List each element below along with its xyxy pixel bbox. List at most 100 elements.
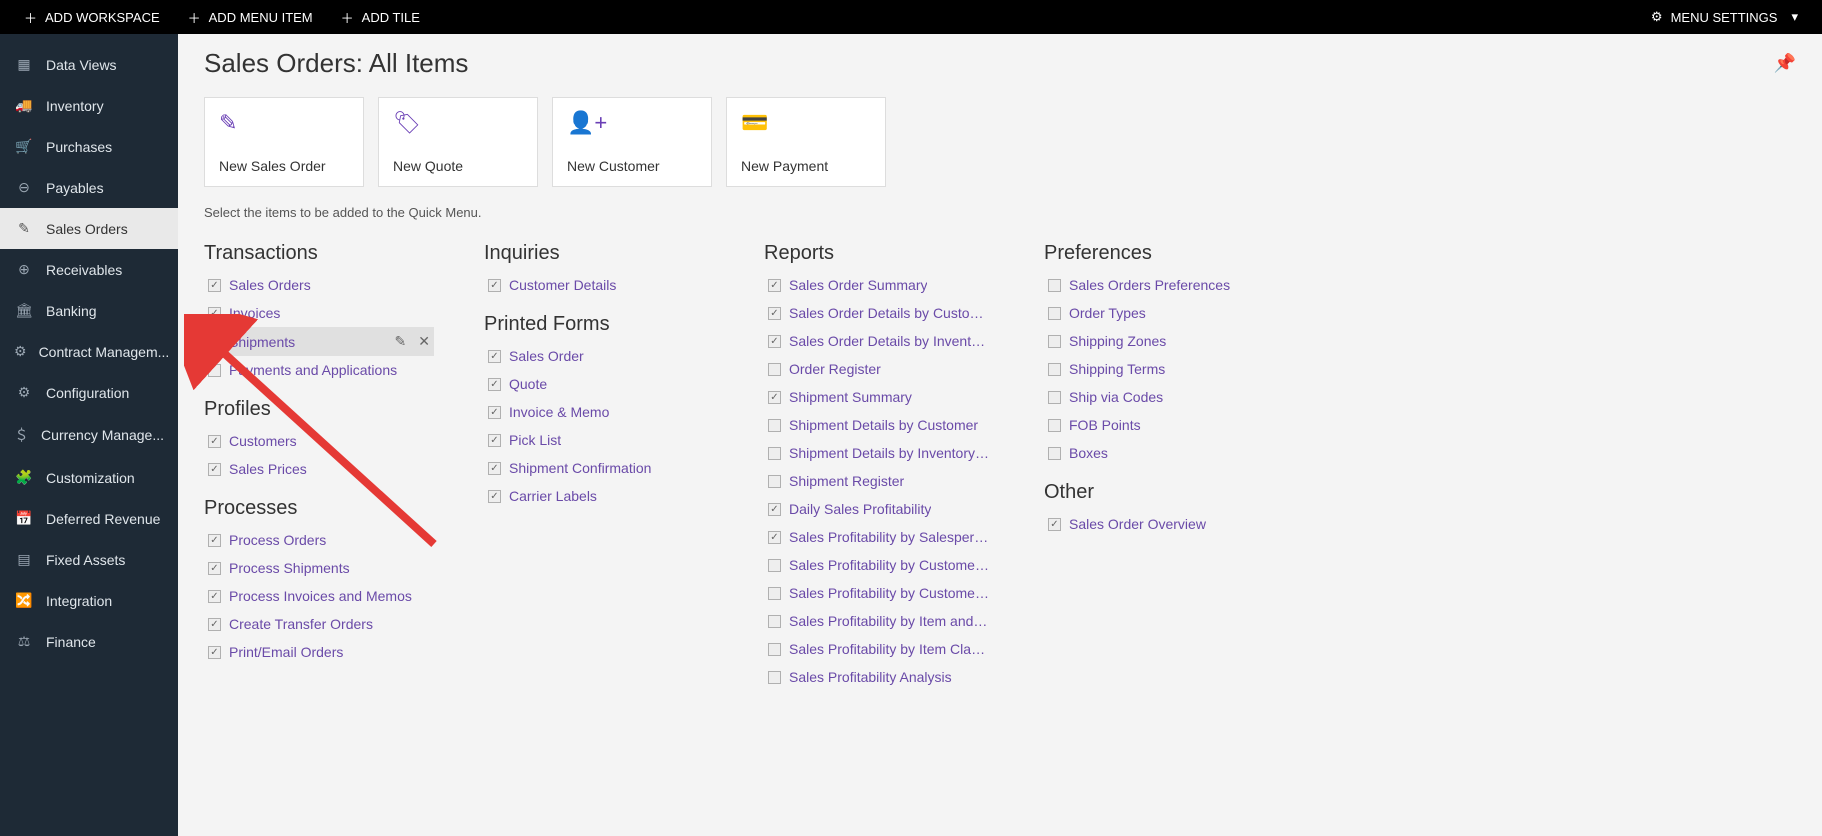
checkbox[interactable] <box>768 279 781 292</box>
menu-link-item[interactable]: Sales Profitability by Customer a... <box>764 579 994 607</box>
sidebar-item-purchases[interactable]: 🛒Purchases <box>0 126 178 167</box>
checkbox[interactable] <box>208 307 221 320</box>
menu-link-item[interactable]: Customer Details <box>484 271 714 299</box>
checkbox[interactable] <box>1048 279 1061 292</box>
menu-link-item[interactable]: Sales Order <box>484 342 714 370</box>
menu-link-item[interactable]: Ship via Codes <box>1044 383 1274 411</box>
menu-link-item[interactable]: Shipment Register <box>764 467 994 495</box>
menu-link-item[interactable]: Shipping Terms <box>1044 355 1274 383</box>
checkbox[interactable] <box>1048 363 1061 376</box>
menu-link-item[interactable]: Shipment Details by Customer <box>764 411 994 439</box>
menu-link-item[interactable]: Sales Order Overview <box>1044 510 1274 538</box>
menu-link-item[interactable]: Sales Profitability by Salesperson... <box>764 523 994 551</box>
sidebar-item-banking[interactable]: 🏛Banking <box>0 290 178 331</box>
checkbox[interactable] <box>1048 391 1061 404</box>
menu-link-item[interactable]: Quote <box>484 370 714 398</box>
checkbox[interactable] <box>768 643 781 656</box>
tile-new-customer[interactable]: 👤+New Customer <box>552 97 712 187</box>
sidebar-item-deferred-revenue[interactable]: 📅Deferred Revenue <box>0 498 178 539</box>
menu-link-item[interactable]: Sales Profitability by Customer Cl... <box>764 551 994 579</box>
checkbox[interactable] <box>768 307 781 320</box>
menu-link-item[interactable]: Sales Profitability Analysis <box>764 663 994 691</box>
close-icon[interactable]: ✕ <box>418 333 430 350</box>
checkbox[interactable] <box>1048 419 1061 432</box>
checkbox[interactable] <box>768 503 781 516</box>
checkbox[interactable] <box>488 490 501 503</box>
menu-link-item[interactable]: Boxes <box>1044 439 1274 467</box>
sidebar-item-currency-manage-[interactable]: ＄Currency Manage... <box>0 413 178 457</box>
menu-link-item[interactable]: Shipment Details by Inventory Item <box>764 439 994 467</box>
add-tile-button[interactable]: ＋ ADD TILE <box>327 8 434 27</box>
menu-settings-button[interactable]: ⚙ MENU SETTINGS ▾ <box>1637 9 1812 25</box>
menu-link-item[interactable]: Create Transfer Orders <box>204 610 434 638</box>
menu-link-item[interactable]: Customers <box>204 427 434 455</box>
menu-link-item[interactable]: Sales Profitability by Item Class a... <box>764 635 994 663</box>
checkbox[interactable] <box>208 590 221 603</box>
checkbox[interactable] <box>768 363 781 376</box>
sidebar-item-finance[interactable]: ⚖Finance <box>0 621 178 662</box>
checkbox[interactable] <box>768 531 781 544</box>
sidebar-item-integration[interactable]: 🔀Integration <box>0 580 178 621</box>
checkbox[interactable] <box>208 534 221 547</box>
menu-link-item[interactable]: Print/Email Orders <box>204 638 434 666</box>
sidebar-item-configuration[interactable]: ⚙Configuration <box>0 372 178 413</box>
checkbox[interactable] <box>1048 447 1061 460</box>
menu-link-item[interactable]: Daily Sales Profitability <box>764 495 994 523</box>
sidebar-item-contract-managem-[interactable]: ⚙Contract Managem... <box>0 331 178 372</box>
sidebar-item-payables[interactable]: ⊖Payables <box>0 167 178 208</box>
checkbox[interactable] <box>768 671 781 684</box>
menu-link-item[interactable]: Pick List <box>484 426 714 454</box>
checkbox[interactable] <box>768 615 781 628</box>
menu-link-item[interactable]: Invoice & Memo <box>484 398 714 426</box>
menu-link-item[interactable]: Process Orders <box>204 526 434 554</box>
sidebar-item-customization[interactable]: 🧩Customization <box>0 457 178 498</box>
menu-link-item[interactable]: Shipment Summary <box>764 383 994 411</box>
checkbox[interactable] <box>768 419 781 432</box>
checkbox[interactable] <box>208 562 221 575</box>
checkbox[interactable] <box>768 587 781 600</box>
checkbox[interactable] <box>488 434 501 447</box>
checkbox[interactable] <box>208 335 221 348</box>
edit-icon[interactable]: ✎ <box>395 333 407 350</box>
menu-link-item[interactable]: Shipping Zones <box>1044 327 1274 355</box>
menu-link-item[interactable]: Process Invoices and Memos <box>204 582 434 610</box>
add-menu-item-button[interactable]: ＋ ADD MENU ITEM <box>174 8 327 27</box>
checkbox[interactable] <box>208 646 221 659</box>
menu-link-item[interactable]: Shipments✎✕ <box>204 327 434 356</box>
pin-button[interactable]: 📌 <box>1774 53 1796 74</box>
add-workspace-button[interactable]: ＋ ADD WORKSPACE <box>10 8 174 27</box>
checkbox[interactable] <box>488 378 501 391</box>
checkbox[interactable] <box>1048 518 1061 531</box>
checkbox[interactable] <box>488 350 501 363</box>
menu-link-item[interactable]: Process Shipments <box>204 554 434 582</box>
menu-link-item[interactable]: FOB Points <box>1044 411 1274 439</box>
menu-link-item[interactable]: Order Types <box>1044 299 1274 327</box>
menu-link-item[interactable]: Sales Orders <box>204 271 434 299</box>
tile-new-quote[interactable]: 🏷New Quote <box>378 97 538 187</box>
checkbox[interactable] <box>208 435 221 448</box>
tile-new-payment[interactable]: 💳New Payment <box>726 97 886 187</box>
checkbox[interactable] <box>208 463 221 476</box>
checkbox[interactable] <box>208 364 221 377</box>
menu-link-item[interactable]: Sales Order Details by Inventory ... <box>764 327 994 355</box>
sidebar-item-receivables[interactable]: ⊕Receivables <box>0 249 178 290</box>
sidebar-item-sales-orders[interactable]: ✎Sales Orders <box>0 208 178 249</box>
checkbox[interactable] <box>488 462 501 475</box>
menu-link-item[interactable]: Carrier Labels <box>484 482 714 510</box>
menu-link-item[interactable]: Order Register <box>764 355 994 383</box>
menu-link-item[interactable]: Sales Prices <box>204 455 434 483</box>
checkbox[interactable] <box>1048 307 1061 320</box>
menu-link-item[interactable]: Sales Order Details by Customer <box>764 299 994 327</box>
checkbox[interactable] <box>208 279 221 292</box>
menu-link-item[interactable]: Payments and Applications <box>204 356 434 384</box>
checkbox[interactable] <box>1048 335 1061 348</box>
checkbox[interactable] <box>488 406 501 419</box>
sidebar-item-data-views[interactable]: ▦Data Views <box>0 44 178 85</box>
sidebar-item-inventory[interactable]: 🚚Inventory <box>0 85 178 126</box>
checkbox[interactable] <box>768 447 781 460</box>
menu-link-item[interactable]: Invoices <box>204 299 434 327</box>
menu-link-item[interactable]: Sales Orders Preferences <box>1044 271 1274 299</box>
checkbox[interactable] <box>488 279 501 292</box>
menu-link-item[interactable]: Shipment Confirmation <box>484 454 714 482</box>
tile-new-sales-order[interactable]: ✎New Sales Order <box>204 97 364 187</box>
